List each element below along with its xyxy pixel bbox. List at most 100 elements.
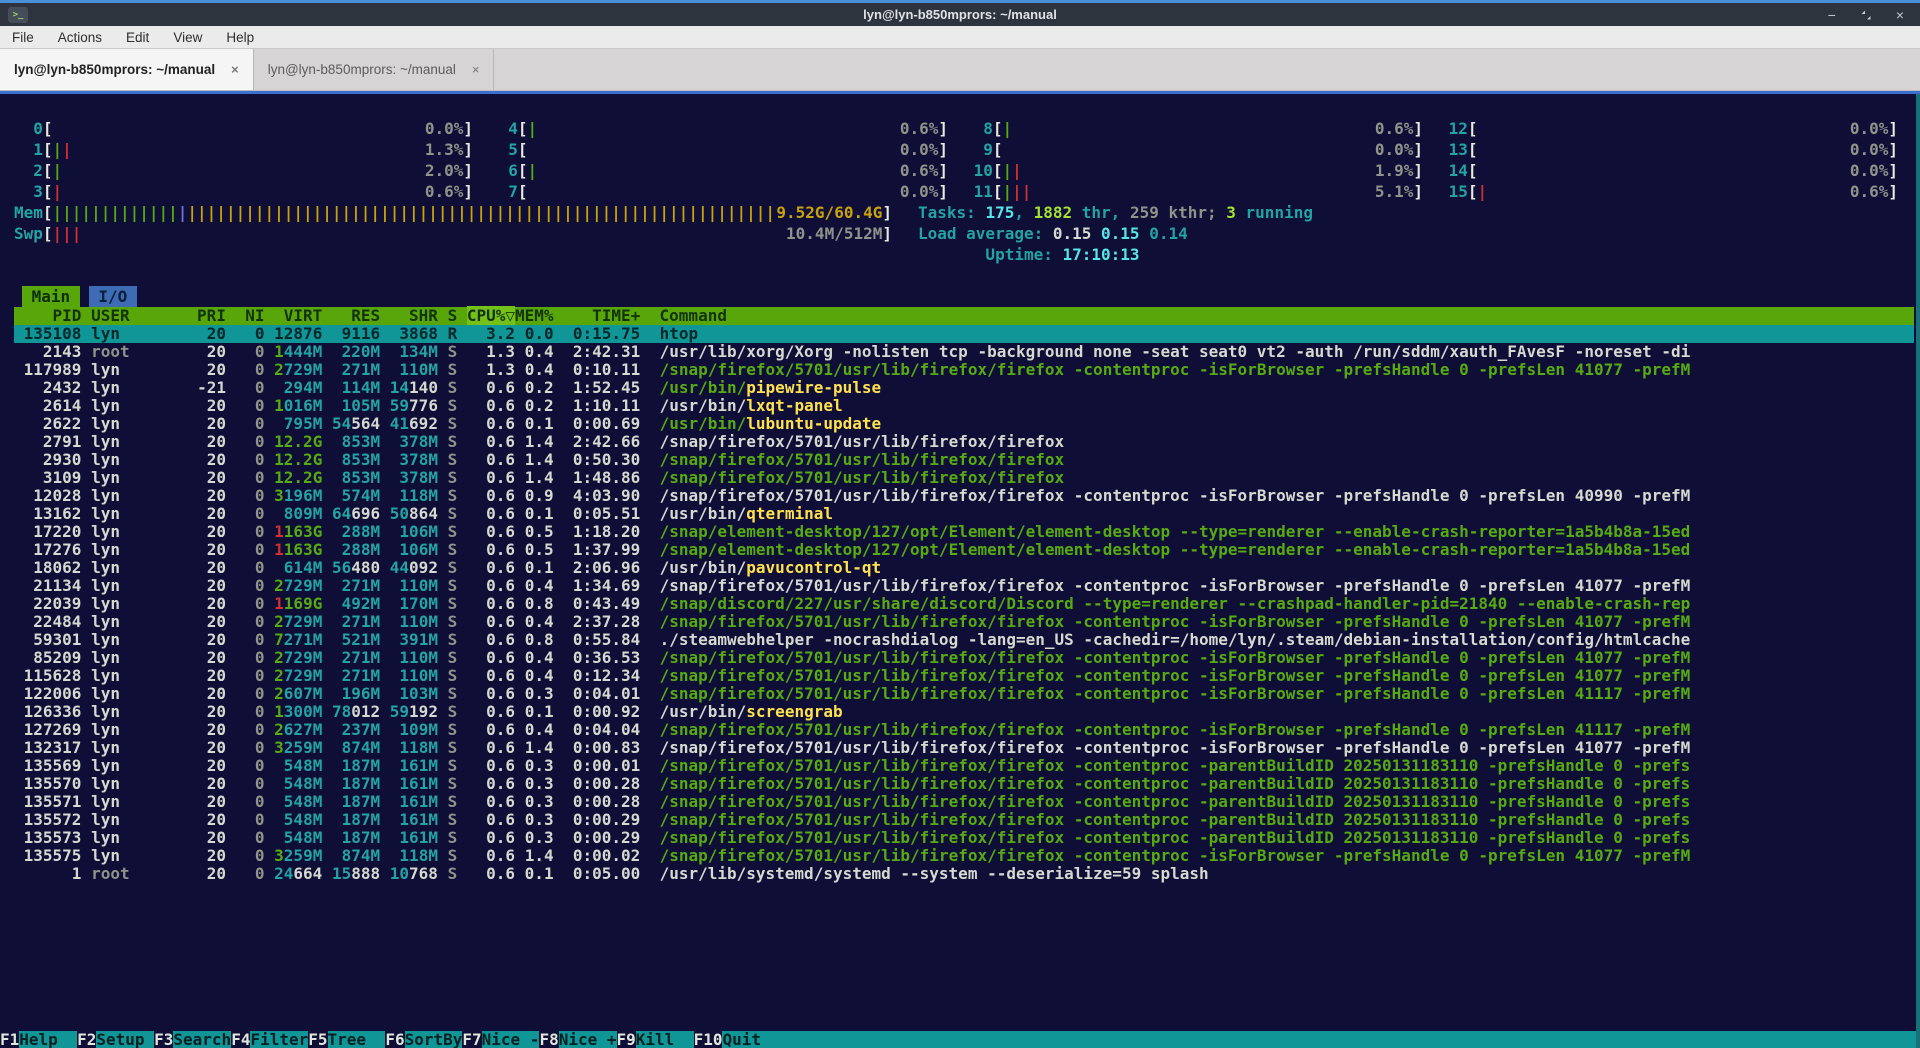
process-row-pid-135573[interactable]: 135573 lyn 20 0 548M 187M 161M S 0.6 0.3… bbox=[14, 829, 1914, 847]
menu-item-help[interactable]: Help bbox=[214, 26, 266, 48]
process-row-pid-85209[interactable]: 85209 lyn 20 0 2729M 271M 110M S 0.6 0.4… bbox=[14, 649, 1914, 667]
terminal-view[interactable]: 0[0.0%]1[||1.3%]2[|2.0%]3[|0.6%]4[|0.6%]… bbox=[0, 91, 1920, 1048]
cpu-meter-14: 14[0.0%] bbox=[1439, 160, 1914, 181]
fkey-label-f6[interactable]: SortBy bbox=[405, 1031, 463, 1048]
process-row-pid-115628[interactable]: 115628 lyn 20 0 2729M 271M 110M S 0.6 0.… bbox=[14, 667, 1914, 685]
restore-button[interactable] bbox=[1860, 9, 1872, 21]
column-header-mem[interactable]: MEM% bbox=[515, 306, 554, 325]
process-row-pid-135570[interactable]: 135570 lyn 20 0 548M 187M 161M S 0.6 0.3… bbox=[14, 775, 1914, 793]
process-row-pid-17220[interactable]: 17220 lyn 20 0 1163G 288M 106M S 0.6 0.5… bbox=[14, 523, 1914, 541]
process-row-pid-13162[interactable]: 13162 lyn 20 0 809M 64696 50864 S 0.6 0.… bbox=[14, 505, 1914, 523]
load-average-line: Load average: 0.15 0.15 0.14 bbox=[918, 223, 1914, 244]
process-row-pid-59301[interactable]: 59301 lyn 20 0 7271M 521M 391M S 0.6 0.8… bbox=[14, 631, 1914, 649]
cpu-meter-9: 9[0.0%] bbox=[964, 139, 1439, 160]
menu-item-view[interactable]: View bbox=[161, 26, 214, 48]
cpu-meter-11: 11[|||5.1%] bbox=[964, 181, 1439, 202]
process-row-pid-2432[interactable]: 2432 lyn -21 0 294M 114M 14140 S 0.6 0.2… bbox=[14, 379, 1914, 397]
process-row-pid-135569[interactable]: 135569 lyn 20 0 548M 187M 161M S 0.6 0.3… bbox=[14, 757, 1914, 775]
cpu-meter-1: 1[||1.3%] bbox=[14, 139, 489, 160]
cpu-meter-7: 7[0.0%] bbox=[489, 181, 964, 202]
process-row-pid-2622[interactable]: 2622 lyn 20 0 795M 54564 41692 S 0.6 0.1… bbox=[14, 415, 1914, 433]
fkey-label-f5[interactable]: Tree bbox=[328, 1031, 386, 1048]
column-header-pri[interactable]: PRI bbox=[197, 306, 226, 325]
terminal-app-icon: >_ bbox=[8, 7, 28, 23]
tab-close-icon[interactable]: × bbox=[472, 62, 480, 77]
process-row-pid-2614[interactable]: 2614 lyn 20 0 1016M 105M 59776 S 0.6 0.2… bbox=[14, 397, 1914, 415]
column-header-ni[interactable]: NI bbox=[236, 306, 265, 325]
terminal-tab-2[interactable]: lyn@lyn-b850mprors: ~/manual× bbox=[254, 49, 495, 90]
column-header-virt[interactable]: VIRT bbox=[274, 306, 322, 325]
fkey-f1[interactable]: F1 bbox=[0, 1031, 19, 1048]
process-row-pid-2143[interactable]: 2143 root 20 0 1444M 220M 134M S 1.3 0.4… bbox=[14, 343, 1914, 361]
process-row-pid-122006[interactable]: 122006 lyn 20 0 2607M 196M 103M S 0.6 0.… bbox=[14, 685, 1914, 703]
process-row-pid-22484[interactable]: 22484 lyn 20 0 2729M 271M 110M S 0.6 0.4… bbox=[14, 613, 1914, 631]
column-header-time[interactable]: TIME+ bbox=[563, 306, 640, 325]
terminal-tab-1[interactable]: lyn@lyn-b850mprors: ~/manual× bbox=[0, 49, 254, 90]
fkey-label-f9[interactable]: Kill bbox=[636, 1031, 694, 1048]
process-row-pid-12028[interactable]: 12028 lyn 20 0 3196M 574M 118M S 0.6 0.9… bbox=[14, 487, 1914, 505]
process-row-pid-3109[interactable]: 3109 lyn 20 0 12.2G 853M 378M S 0.6 1.4 … bbox=[14, 469, 1914, 487]
terminal-scrollbar[interactable] bbox=[1916, 94, 1920, 1048]
process-row-pid-18062[interactable]: 18062 lyn 20 0 614M 56480 44092 S 0.6 0.… bbox=[14, 559, 1914, 577]
fkey-label-f8[interactable]: Nice + bbox=[559, 1031, 617, 1048]
process-row-pid-135575[interactable]: 135575 lyn 20 0 3259M 874M 118M S 0.6 1.… bbox=[14, 847, 1914, 865]
fkey-label-f7[interactable]: Nice - bbox=[482, 1031, 540, 1048]
cpu-meter-8: 8[|0.6%] bbox=[964, 118, 1439, 139]
fkey-f4[interactable]: F4 bbox=[231, 1031, 250, 1048]
process-row-pid-21134[interactable]: 21134 lyn 20 0 2729M 271M 110M S 0.6 0.4… bbox=[14, 577, 1914, 595]
process-row-pid-22039[interactable]: 22039 lyn 20 0 1169G 492M 170M S 0.6 0.8… bbox=[14, 595, 1914, 613]
column-header-pid[interactable]: PID bbox=[14, 306, 81, 325]
process-row-pid-132317[interactable]: 132317 lyn 20 0 3259M 874M 118M S 0.6 1.… bbox=[14, 739, 1914, 757]
process-row-pid-135572[interactable]: 135572 lyn 20 0 548M 187M 161M S 0.6 0.3… bbox=[14, 811, 1914, 829]
column-header-s[interactable]: S bbox=[448, 306, 458, 325]
process-row-pid-126336[interactable]: 126336 lyn 20 0 1300M 78012 59192 S 0.6 … bbox=[14, 703, 1914, 721]
fkey-f2[interactable]: F2 bbox=[77, 1031, 96, 1048]
cpu-meter-3: 3[|0.6%] bbox=[14, 181, 489, 202]
process-table-header[interactable]: PID USER PRI NI VIRT RES SHR S CPU%▽MEM%… bbox=[14, 307, 1914, 325]
process-row-pid-127269[interactable]: 127269 lyn 20 0 2627M 237M 109M S 0.6 0.… bbox=[14, 721, 1914, 739]
titlebar[interactable]: >_ lyn@lyn-b850mprors: ~/manual − × bbox=[0, 3, 1920, 26]
process-row-pid-17276[interactable]: 17276 lyn 20 0 1163G 288M 106M S 0.6 0.5… bbox=[14, 541, 1914, 559]
column-header-shr[interactable]: SHR bbox=[390, 306, 438, 325]
process-row-pid-117989[interactable]: 117989 lyn 20 0 2729M 271M 110M S 1.3 0.… bbox=[14, 361, 1914, 379]
cpu-meter-5: 5[0.0%] bbox=[489, 139, 964, 160]
fkey-f7[interactable]: F7 bbox=[462, 1031, 481, 1048]
fkey-label-f3[interactable]: Search bbox=[173, 1031, 231, 1048]
fkey-f9[interactable]: F9 bbox=[617, 1031, 636, 1048]
system-stats: Tasks: 175, 1882 thr, 259 kthr; 3 runnin… bbox=[908, 202, 1914, 265]
fkey-label-f1[interactable]: Help bbox=[19, 1031, 77, 1048]
menu-item-edit[interactable]: Edit bbox=[114, 26, 161, 48]
cpu-meter-6: 6[|0.6%] bbox=[489, 160, 964, 181]
fkey-label-f2[interactable]: Setup bbox=[96, 1031, 154, 1048]
menu-item-file[interactable]: File bbox=[0, 26, 46, 48]
column-header-cmd[interactable]: Command bbox=[660, 306, 727, 325]
close-button[interactable]: × bbox=[1896, 8, 1904, 22]
menu-item-actions[interactable]: Actions bbox=[46, 26, 114, 48]
process-row-pid-2791[interactable]: 2791 lyn 20 0 12.2G 853M 378M S 0.6 1.4 … bbox=[14, 433, 1914, 451]
terminal-empty-space bbox=[14, 883, 1914, 1031]
fkey-label-f4[interactable]: Filter bbox=[250, 1031, 308, 1048]
fkey-f5[interactable]: F5 bbox=[308, 1031, 327, 1048]
column-header-res[interactable]: RES bbox=[332, 306, 380, 325]
fkey-label-f10[interactable]: Quit bbox=[722, 1031, 780, 1048]
cpu-meter-2: 2[|2.0%] bbox=[14, 160, 489, 181]
minimize-button[interactable]: − bbox=[1828, 8, 1836, 22]
process-row-pid-2930[interactable]: 2930 lyn 20 0 12.2G 853M 378M S 0.6 1.4 … bbox=[14, 451, 1914, 469]
memory-meter: Mem[||||||||||||||||||||||||||||||||||||… bbox=[14, 202, 908, 223]
memory-meters: Mem[||||||||||||||||||||||||||||||||||||… bbox=[14, 202, 908, 265]
fkey-f6[interactable]: F6 bbox=[385, 1031, 404, 1048]
htop-tab-io[interactable]: I/O bbox=[89, 286, 137, 307]
process-row-pid-135108[interactable]: 135108 lyn 20 0 12876 9116 3868 R 3.2 0.… bbox=[14, 325, 1914, 343]
swap-meter: Swp[|||10.4M/512M] bbox=[14, 223, 908, 244]
process-row-pid-1[interactable]: 1 root 20 0 24664 15888 10768 S 0.6 0.1 … bbox=[14, 865, 1914, 883]
fkey-f8[interactable]: F8 bbox=[539, 1031, 558, 1048]
tab-close-icon[interactable]: × bbox=[231, 62, 239, 77]
htop-tab-main[interactable]: Main bbox=[22, 286, 80, 307]
column-header-user[interactable]: USER bbox=[91, 306, 187, 325]
column-header-cpu[interactable]: CPU%▽ bbox=[467, 306, 515, 325]
window-controls: − × bbox=[1828, 8, 1920, 22]
window-title: lyn@lyn-b850mprors: ~/manual bbox=[0, 7, 1920, 22]
process-row-pid-135571[interactable]: 135571 lyn 20 0 548M 187M 161M S 0.6 0.3… bbox=[14, 793, 1914, 811]
fkey-f3[interactable]: F3 bbox=[154, 1031, 173, 1048]
fkey-f10[interactable]: F10 bbox=[694, 1031, 723, 1048]
